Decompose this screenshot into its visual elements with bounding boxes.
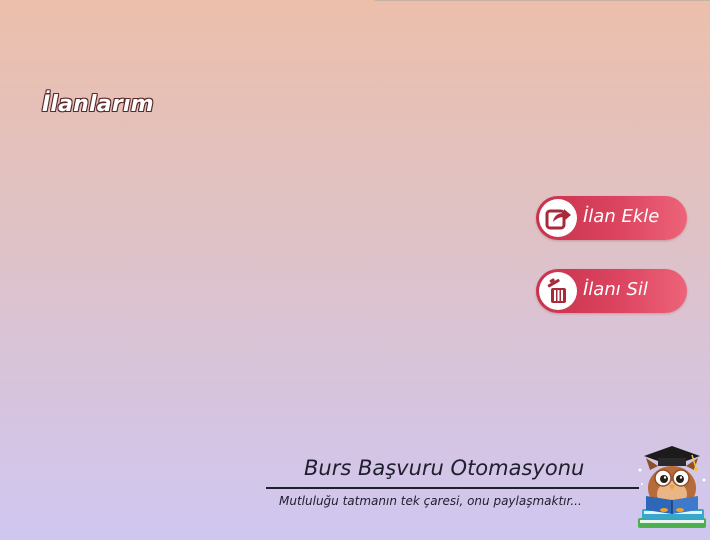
delete-listing-label: İlanı Sil bbox=[583, 279, 648, 300]
share-arrow-icon bbox=[539, 199, 577, 237]
delete-listing-button[interactable]: İlanı Sil bbox=[536, 269, 687, 313]
app-name: Burs Başvuru Otomasyonu bbox=[304, 456, 585, 480]
footer-divider bbox=[266, 487, 639, 489]
top-divider bbox=[375, 0, 710, 1]
trash-icon bbox=[539, 272, 577, 310]
add-listing-label: İlan Ekle bbox=[583, 206, 660, 227]
graduate-owl-icon bbox=[634, 440, 710, 536]
app-slogan: Mutluluğu tatmanın tek çaresi, onu payla… bbox=[279, 494, 582, 508]
page-title: İlanlarım bbox=[42, 92, 154, 117]
add-listing-button[interactable]: İlan Ekle bbox=[536, 196, 687, 240]
